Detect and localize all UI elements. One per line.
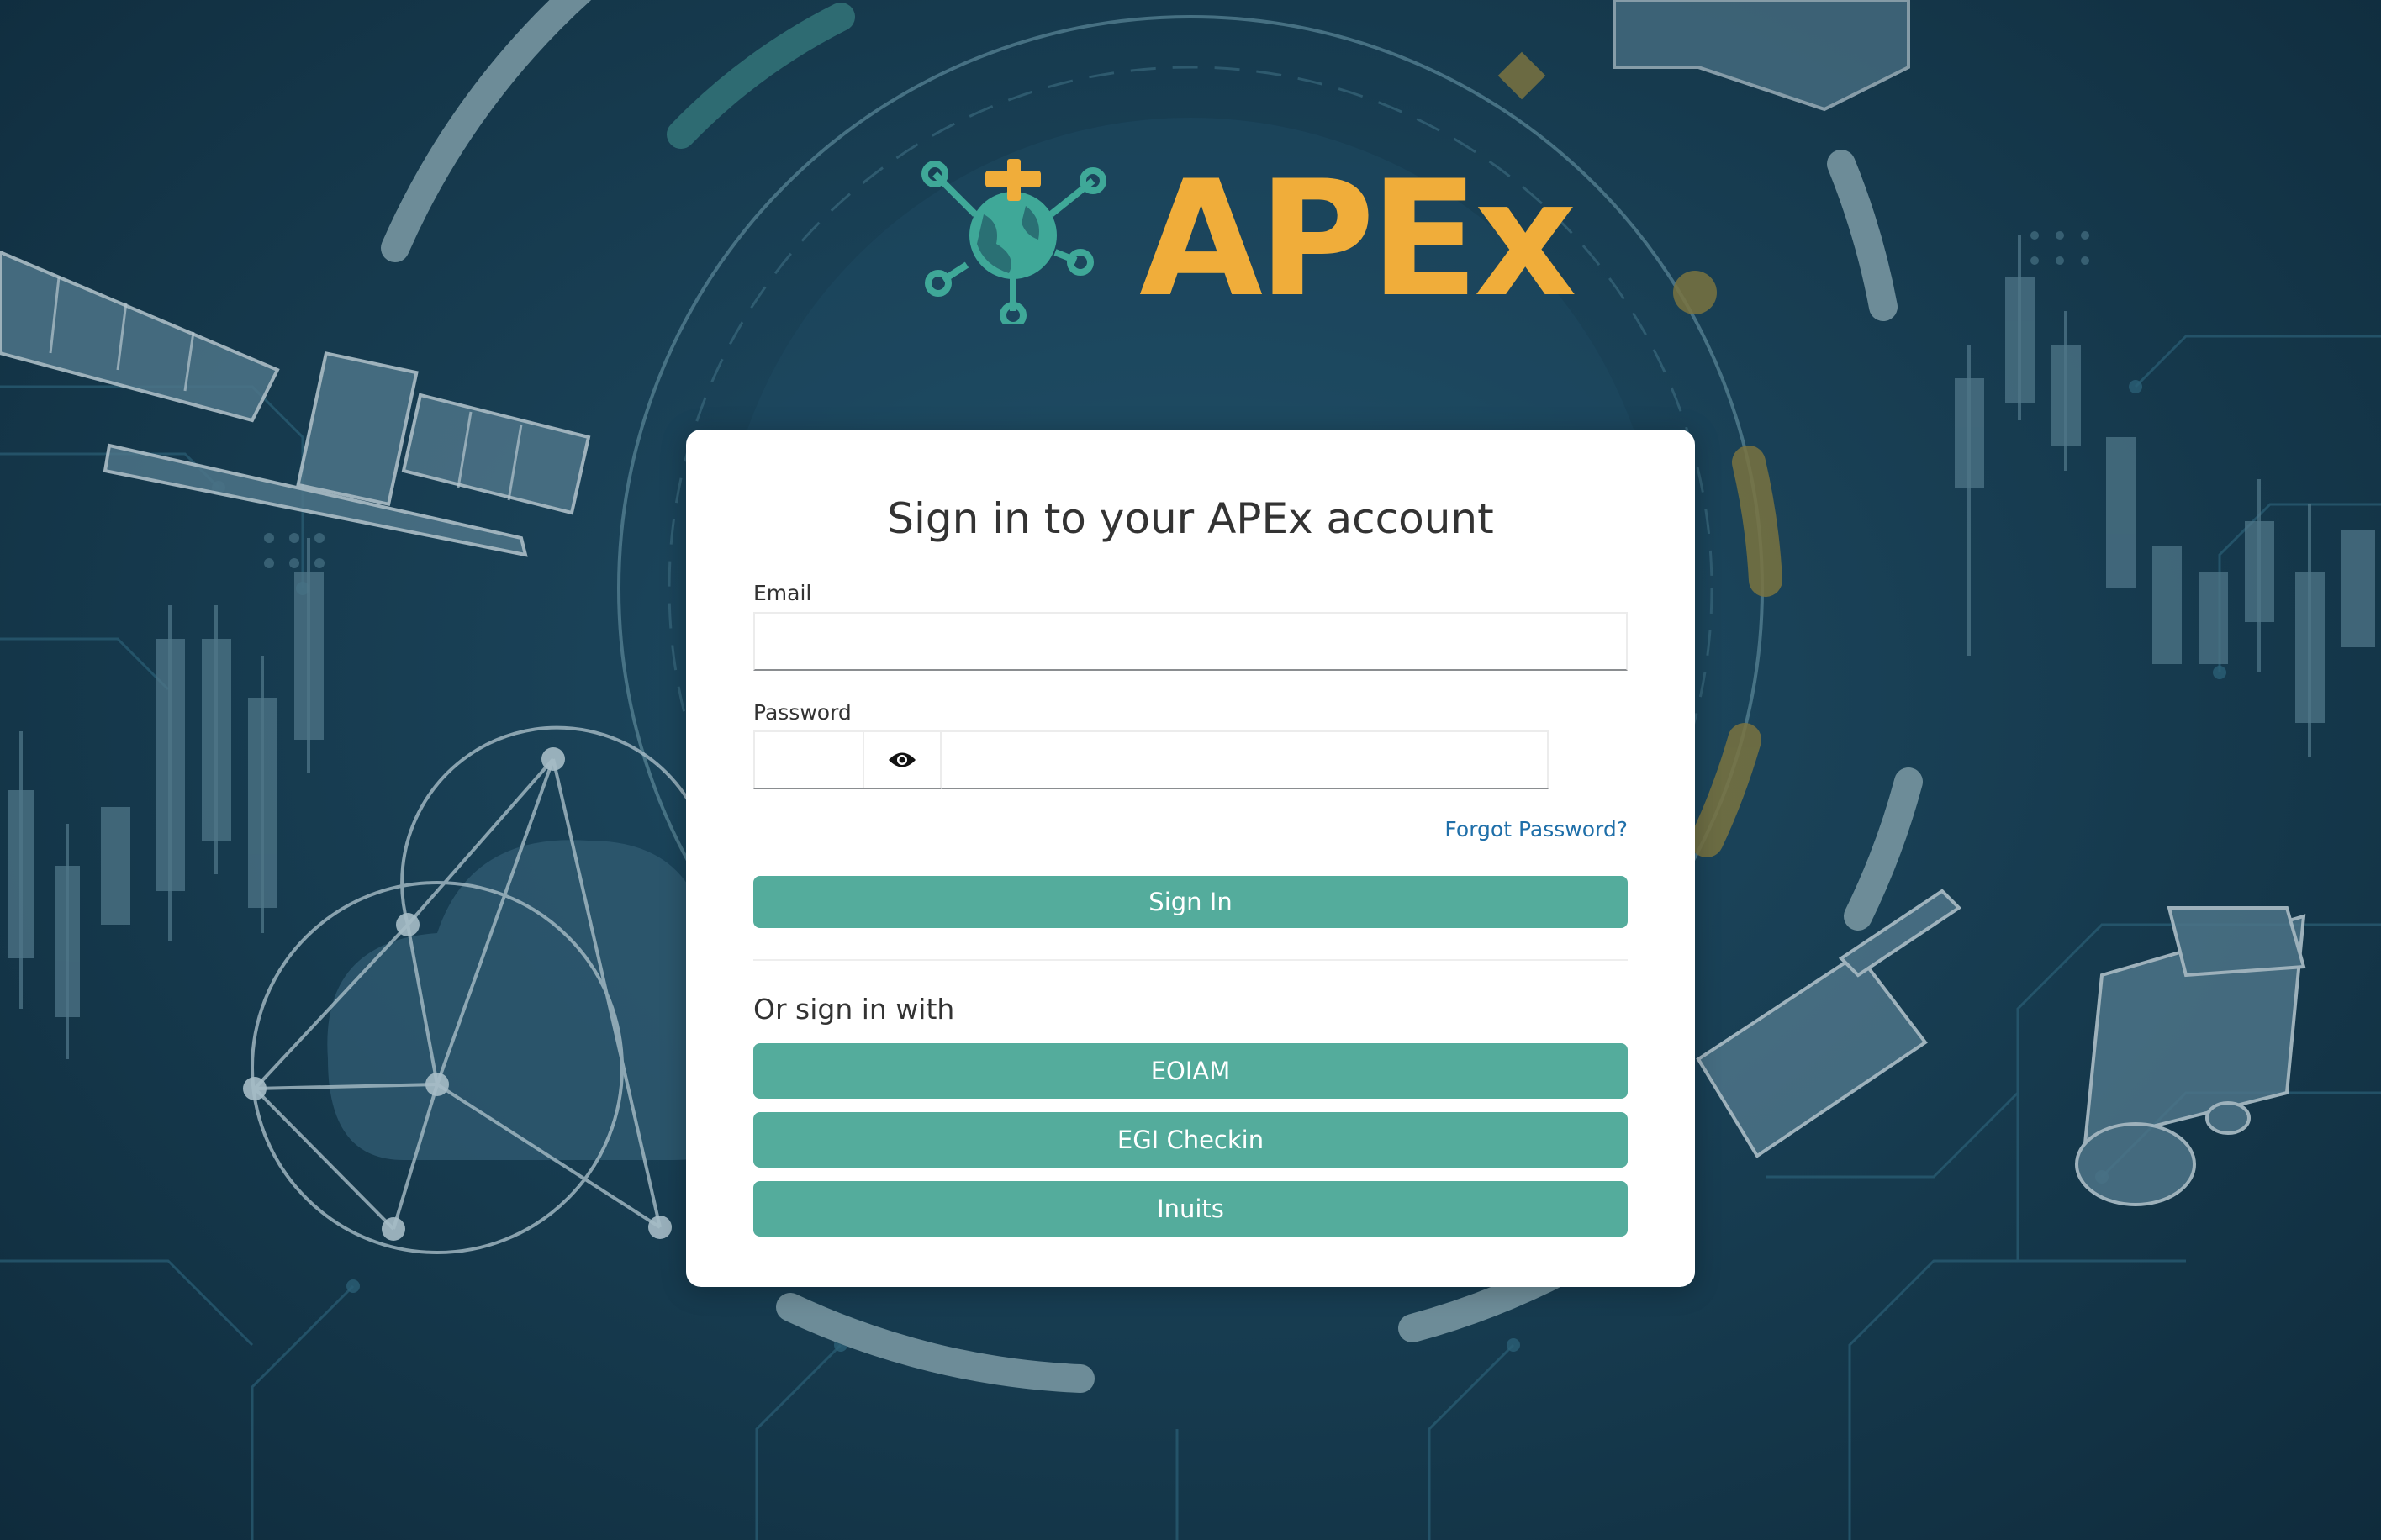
apex-logo-icon (921, 159, 1106, 324)
page-title: Sign in to your APEx account (887, 494, 1494, 543)
show-password-button[interactable] (863, 730, 942, 789)
eye-icon (889, 752, 916, 767)
apex-logo: APEx (916, 147, 1577, 332)
inuits-login-button[interactable]: Inuits (753, 1181, 1628, 1237)
egi-checkin-login-button[interactable]: EGI Checkin (753, 1112, 1628, 1168)
email-label: Email (753, 581, 812, 605)
eoiam-login-button[interactable]: EOIAM (753, 1043, 1628, 1099)
sign-in-button[interactable]: Sign In (753, 876, 1628, 928)
email-field[interactable] (753, 612, 1628, 671)
forgot-password-link[interactable]: Forgot Password? (1444, 817, 1628, 841)
apex-logo-text: APEx (1139, 146, 1577, 332)
password-label: Password (753, 700, 852, 725)
